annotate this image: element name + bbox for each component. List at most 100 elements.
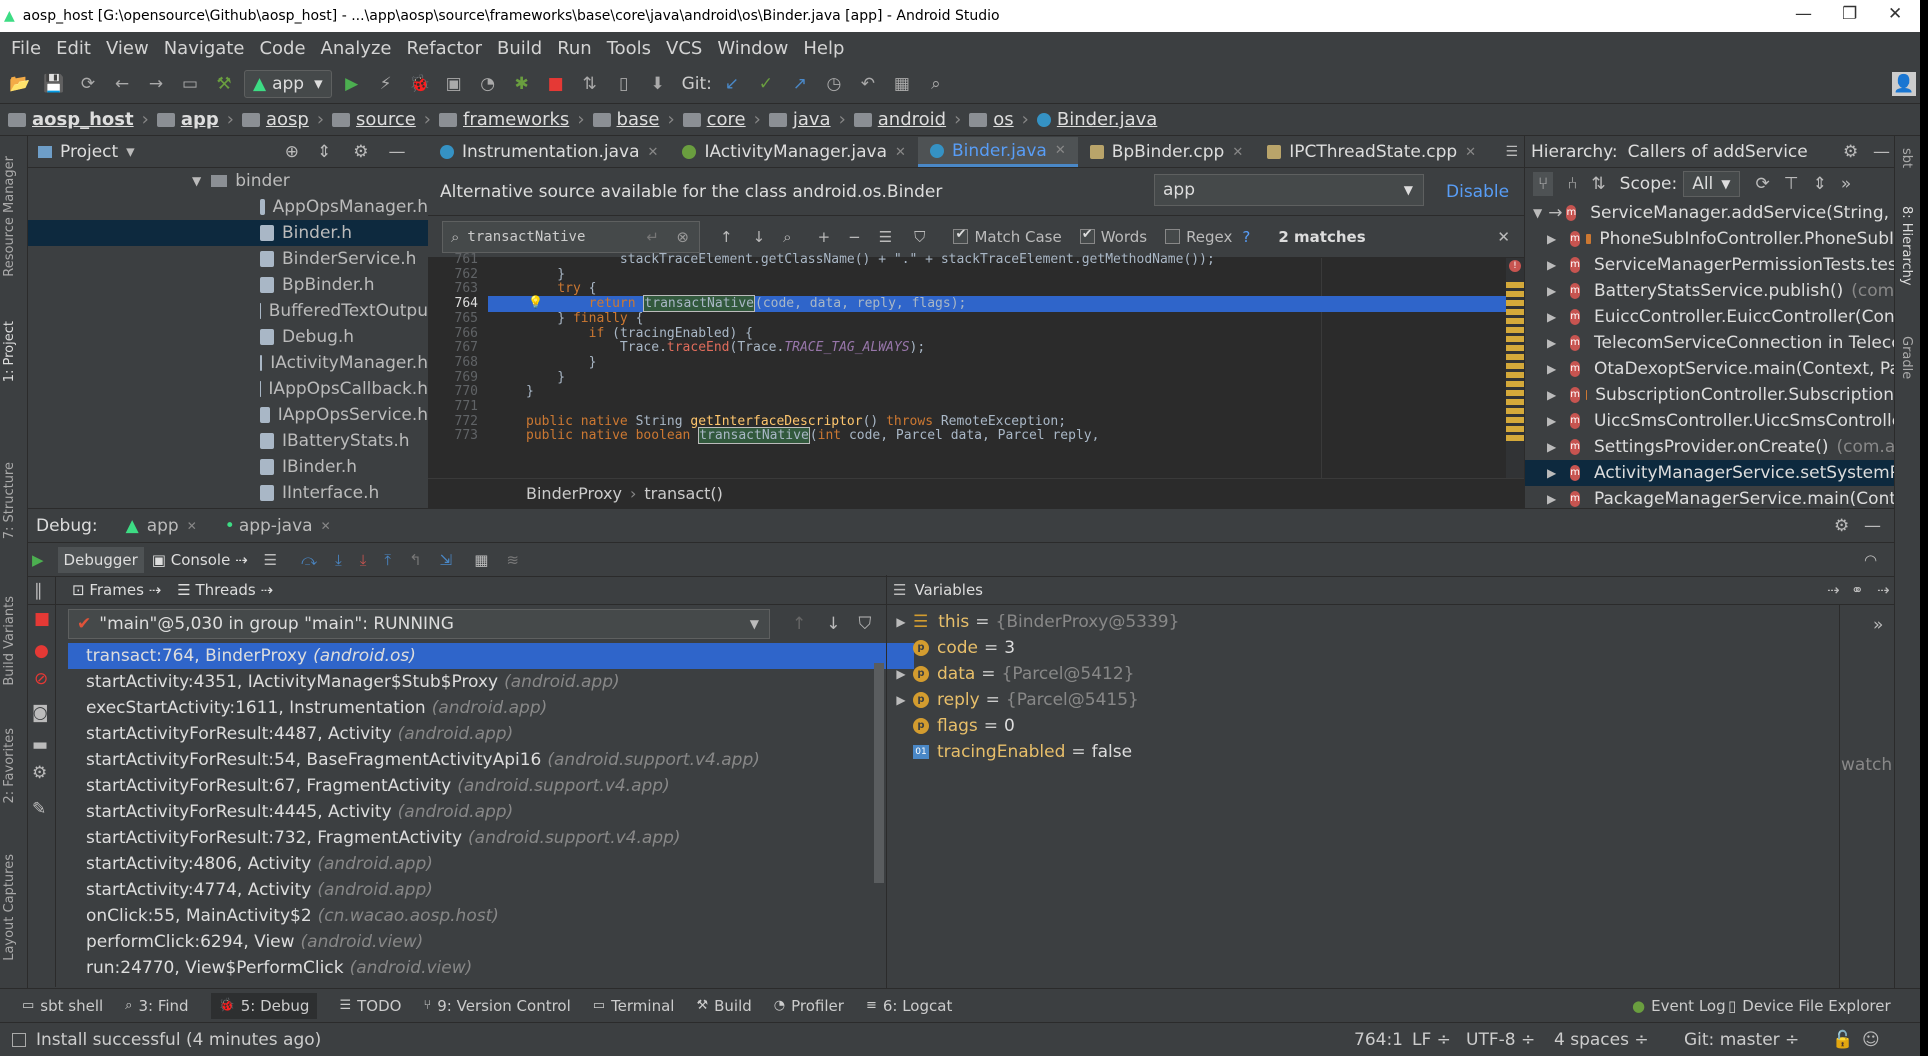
expand-arrow-icon[interactable]: ▶ — [1547, 466, 1556, 480]
open-icon[interactable]: 📂 — [6, 70, 34, 98]
tree-file[interactable]: IAppOpsService.h — [28, 402, 428, 428]
drop-frame-icon[interactable]: ↰ — [409, 551, 422, 569]
breadcrumb-item[interactable]: aosp_host › — [8, 109, 149, 130]
expand-arrow-icon[interactable]: ▶ — [1547, 310, 1556, 324]
stack-frame[interactable]: run:24770, View$PerformClick (android.vie… — [28, 955, 886, 981]
editor-tab[interactable]: Instrumentation.java ✕ — [428, 137, 670, 167]
menu-build[interactable]: Build — [497, 38, 542, 59]
event-log-tab[interactable]: ● Event Log — [1632, 997, 1726, 1015]
git-branch[interactable]: Git: master ÷ — [1684, 1030, 1799, 1050]
save-icon[interactable]: 💾 — [40, 70, 68, 98]
tab-layout-captures[interactable]: Layout Captures — [2, 854, 17, 961]
line-separator[interactable]: LF ÷ — [1412, 1030, 1451, 1050]
editor-tab[interactable]: BpBinder.cpp ✕ — [1078, 137, 1256, 167]
git-update-icon[interactable]: ↙ — [718, 70, 746, 98]
step-over-icon[interactable]: ⤼ — [301, 551, 317, 569]
menu-file[interactable]: File — [11, 38, 41, 59]
tree-folder-binder[interactable]: ▼ binder — [28, 168, 428, 194]
locate-icon[interactable]: ⊕ — [285, 142, 299, 162]
stop-icon[interactable]: ■ — [542, 70, 570, 98]
pin-icon[interactable]: ⊤ — [1784, 174, 1799, 194]
editor-tab[interactable]: IActivityManager.java ✕ — [670, 137, 917, 167]
breadcrumb-item[interactable]: source › — [332, 109, 431, 130]
more-icon[interactable]: » — [1841, 174, 1851, 194]
minimize-icon[interactable]: — — [1795, 4, 1812, 24]
close-tab-icon[interactable]: ✕ — [648, 145, 659, 160]
close-tab-icon[interactable]: ✕ — [895, 145, 906, 160]
evaluate-icon[interactable]: ▦ — [474, 551, 488, 569]
tab-sbt[interactable]: sbt — [1899, 148, 1914, 168]
lightbulb-icon[interactable]: 💡 — [528, 295, 543, 309]
bottom-tab[interactable]: ◔ Profiler — [774, 997, 844, 1015]
bottom-tab[interactable]: ▭ Terminal — [593, 997, 675, 1015]
run-icon[interactable]: ▶ — [338, 70, 366, 98]
clear-icon[interactable]: ⊗ — [676, 228, 689, 246]
code-line[interactable]: 764 return transactNative(code, data, re… — [455, 295, 1506, 313]
stack-frame[interactable]: startActivity:4806, Activity (android.app… — [28, 851, 886, 877]
hide-icon[interactable]: — — [1864, 516, 1881, 536]
bottom-tab[interactable]: ⑂ 9: Version Control — [423, 997, 570, 1015]
breadcrumb-class[interactable]: BinderProxy — [526, 484, 622, 503]
match-case-checkbox[interactable] — [953, 227, 969, 244]
menu-view[interactable]: View — [106, 38, 149, 59]
profile-icon[interactable]: ◔ — [474, 70, 502, 98]
stack-frame[interactable]: startActivityForResult:4487, Activity (an… — [28, 721, 886, 747]
hierarchy-item[interactable]: ▶ m SettingsProvider.onCreate() (com.ar — [1525, 434, 1894, 460]
gear-icon[interactable]: ⚙ — [1834, 516, 1849, 536]
debug-icon[interactable]: 🐞 — [406, 70, 434, 98]
more-icon[interactable]: » — [1873, 615, 1883, 635]
expand-arrow-icon[interactable]: ▶ — [889, 615, 913, 629]
tab-hierarchy[interactable]: 8: Hierarchy — [1899, 206, 1914, 286]
hide-icon[interactable]: — — [1873, 142, 1890, 162]
show-execution-point-icon[interactable]: ☰ — [264, 551, 277, 569]
close-find-icon[interactable]: ✕ — [1497, 228, 1510, 246]
hierarchy-item[interactable]: ▶ m ActivityManagerService.setSystemPr — [1525, 460, 1894, 486]
previous-occurrence-icon[interactable]: ↑ — [720, 228, 733, 246]
tab-favorites[interactable]: 2: Favorites — [2, 728, 17, 804]
tree-file[interactable]: AppOpsManager.h — [28, 194, 428, 220]
menu-tools[interactable]: Tools — [607, 38, 651, 59]
inspector-icon[interactable]: ☺ — [1862, 1030, 1880, 1050]
collapse-icon[interactable]: ⇕ — [317, 142, 331, 162]
regex-help-link[interactable]: ? — [1242, 228, 1250, 246]
close-tab-icon[interactable]: ✕ — [1232, 145, 1243, 160]
chevron-down-icon[interactable]: ▾ — [126, 142, 135, 162]
breadcrumb-method[interactable]: transact() — [644, 484, 723, 503]
bottom-tab[interactable]: ⚒ Build — [696, 997, 751, 1015]
refresh-icon[interactable]: ⟳ — [1756, 174, 1770, 194]
gear-icon[interactable]: ⚙ — [353, 142, 368, 162]
previous-frame-icon[interactable]: ↑ — [792, 614, 806, 634]
sync-icon[interactable]: ⟳ — [74, 70, 102, 98]
apply-changes-icon[interactable]: ⚡ — [372, 70, 400, 98]
breadcrumb-item[interactable]: core › — [682, 109, 761, 130]
notice-select[interactable]: app ▼ — [1154, 174, 1424, 206]
close-tab-icon[interactable]: ✕ — [1465, 145, 1476, 160]
gradle-sync-icon[interactable]: ⇅ — [576, 70, 604, 98]
tree-file[interactable]: BufferedTextOutpu — [28, 298, 428, 324]
menu-refactor[interactable]: Refactor — [406, 38, 482, 59]
code-editor[interactable]: ! 761 stackTraceElement.getClassName() +… — [428, 252, 1524, 478]
glasses-icon[interactable]: ⚭ — [1851, 581, 1864, 599]
expand-arrow-icon[interactable]: ▶ — [889, 667, 913, 681]
run-config-select[interactable]: ▲ app ▾ — [244, 69, 332, 98]
git-history-icon[interactable]: ◷ — [820, 70, 848, 98]
resume-icon[interactable]: ▶ — [32, 551, 44, 569]
frames-scrollbar[interactable] — [874, 663, 884, 883]
project-structure-icon[interactable]: ▦ — [888, 70, 916, 98]
stack-frame[interactable]: onClick:55, MainActivity$2 (cn.wacao.aosp… — [28, 903, 886, 929]
menu-analyze[interactable]: Analyze — [321, 38, 392, 59]
next-occurrence-icon[interactable]: ↓ — [753, 228, 766, 246]
select-all-icon[interactable]: ☰ — [879, 228, 892, 246]
indent[interactable]: 4 spaces ÷ — [1554, 1030, 1649, 1050]
sort-icon[interactable]: ⇅ — [1591, 174, 1605, 194]
sdk-manager-icon[interactable]: ⬇ — [644, 70, 672, 98]
bottom-tab[interactable]: 🐞 5: Debug — [210, 992, 318, 1019]
run-to-cursor-icon[interactable]: ⇲ — [440, 551, 453, 569]
console-tab[interactable]: ▣ Console ⇢ — [152, 551, 248, 569]
expand-arrow-icon[interactable]: ▶ — [889, 693, 913, 707]
tree-file[interactable]: IBinder.h — [28, 454, 428, 480]
breadcrumb-item[interactable]: Binder.java — [1036, 109, 1157, 130]
hide-icon[interactable]: — — [388, 142, 405, 162]
find-all-icon[interactable]: ⌕ — [783, 228, 791, 246]
newline-icon[interactable]: ↵ — [646, 228, 659, 246]
